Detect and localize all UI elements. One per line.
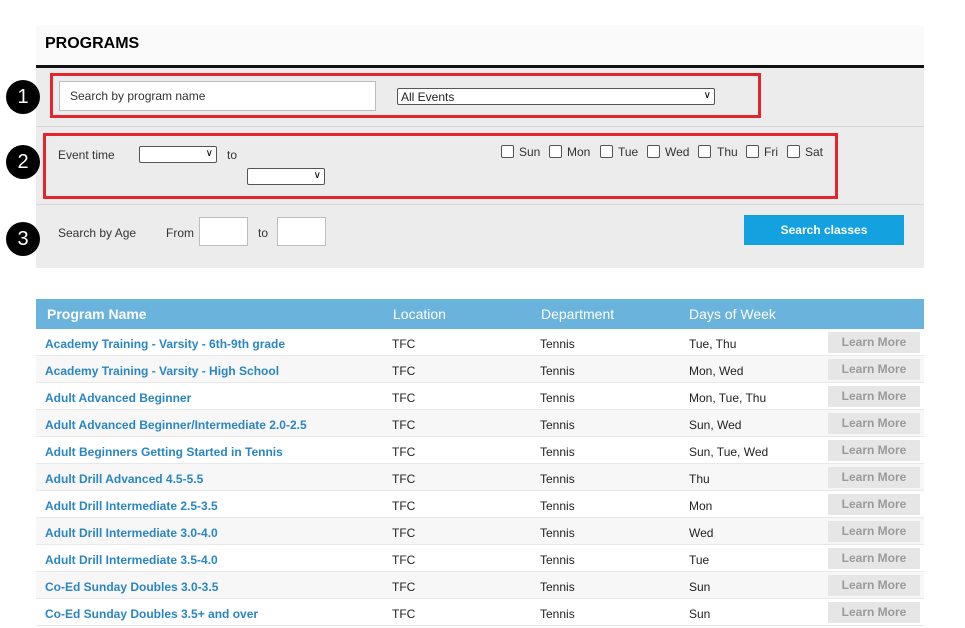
- table-row: Academy Training - Varsity - High School…: [36, 356, 924, 383]
- department-cell: Tennis: [540, 553, 575, 567]
- table-row: Co-Ed Sunday Doubles 3.5+ and over TFC Ten…: [36, 599, 924, 626]
- program-name-link[interactable]: Academy Training - Varsity - High School: [45, 364, 279, 378]
- column-header-location: Location: [393, 306, 446, 322]
- table-row: Academy Training - Varsity - 6th-9th gra…: [36, 329, 924, 356]
- program-name-link[interactable]: Co-Ed Sunday Doubles 3.0-3.5: [45, 580, 218, 594]
- department-cell: Tennis: [540, 391, 575, 405]
- department-cell: Tennis: [540, 526, 575, 540]
- annotation-badge-3: 3: [6, 222, 40, 256]
- location-cell: TFC: [392, 391, 416, 405]
- days-of-week-cell: Sun, Wed: [689, 418, 742, 432]
- table-header: Program Name Location Department Days of…: [36, 299, 924, 329]
- days-of-week-cell: Thu: [689, 472, 710, 486]
- divider: [36, 204, 924, 205]
- department-cell: Tennis: [540, 607, 575, 621]
- learn-more-button[interactable]: Learn More: [828, 359, 920, 380]
- program-name-link[interactable]: Adult Drill Intermediate 2.5-3.5: [45, 499, 218, 513]
- divider: [36, 126, 924, 127]
- table-row: Adult Drill Intermediate 2.5-3.5 TFC Tenni…: [36, 491, 924, 518]
- program-name-link[interactable]: Adult Beginners Getting Started in Tenni…: [45, 445, 283, 459]
- programs-header: PROGRAMS: [36, 25, 924, 65]
- days-of-week-cell: Sun: [689, 607, 711, 621]
- program-name-link[interactable]: Adult Drill Intermediate 3.0-4.0: [45, 526, 218, 540]
- annotation-box-1: [50, 73, 761, 118]
- learn-more-button[interactable]: Learn More: [828, 602, 920, 623]
- days-of-week-cell: Mon, Tue, Thu: [689, 391, 767, 405]
- location-cell: TFC: [392, 364, 416, 378]
- learn-more-button[interactable]: Learn More: [828, 440, 920, 461]
- location-cell: TFC: [392, 445, 416, 459]
- page-title: PROGRAMS: [45, 35, 140, 52]
- learn-more-button[interactable]: Learn More: [828, 413, 920, 434]
- age-search-label: Search by Age: [58, 226, 137, 240]
- table-row: Adult Advanced Beginner/Intermediate 2.0…: [36, 410, 924, 437]
- learn-more-button[interactable]: Learn More: [828, 386, 920, 407]
- program-name-link[interactable]: Adult Drill Intermediate 3.5-4.0: [45, 553, 218, 567]
- program-name-link[interactable]: Academy Training - Varsity - 6th-9th gra…: [45, 337, 285, 351]
- department-cell: Tennis: [540, 499, 575, 513]
- learn-more-button[interactable]: Learn More: [828, 548, 920, 569]
- days-of-week-cell: Wed: [689, 526, 714, 540]
- table-row: Adult Drill Intermediate 3.0-4.0 TFC Tenni…: [36, 518, 924, 545]
- location-cell: TFC: [392, 607, 416, 621]
- days-of-week-cell: Tue: [689, 553, 710, 567]
- age-from-label: From: [166, 226, 194, 240]
- age-from-input[interactable]: [199, 217, 248, 246]
- table-body: Academy Training - Varsity - 6th-9th gra…: [36, 329, 924, 626]
- location-cell: TFC: [392, 553, 416, 567]
- age-to-input[interactable]: [277, 217, 326, 246]
- days-of-week-cell: Tue, Thu: [689, 337, 737, 351]
- location-cell: TFC: [392, 418, 416, 432]
- learn-more-button[interactable]: Learn More: [828, 467, 920, 488]
- days-of-week-cell: Mon, Wed: [689, 364, 744, 378]
- column-header-program-name: Program Name: [47, 306, 147, 322]
- department-cell: Tennis: [540, 472, 575, 486]
- age-to-label: to: [258, 226, 269, 240]
- location-cell: TFC: [392, 499, 416, 513]
- location-cell: TFC: [392, 337, 416, 351]
- table-row: Adult Beginners Getting Started in Tenni…: [36, 437, 924, 464]
- table-row: Adult Drill Intermediate 3.5-4.0 TFC Tenni…: [36, 545, 924, 572]
- learn-more-button[interactable]: Learn More: [828, 494, 920, 515]
- department-cell: Tennis: [540, 445, 575, 459]
- column-header-days-of-week: Days of Week: [689, 306, 776, 322]
- learn-more-button[interactable]: Learn More: [828, 521, 920, 542]
- search-classes-button[interactable]: Search classes: [744, 215, 904, 245]
- days-of-week-cell: Mon: [689, 499, 713, 513]
- program-name-link[interactable]: Adult Advanced Beginner/Intermediate 2.0…: [45, 418, 307, 432]
- program-name-link[interactable]: Adult Advanced Beginner: [45, 391, 191, 405]
- days-of-week-cell: Sun: [689, 580, 711, 594]
- location-cell: TFC: [392, 526, 416, 540]
- table-row: Adult Advanced Beginner TFC Tennis Mon, Tue…: [36, 383, 924, 410]
- location-cell: TFC: [392, 580, 416, 594]
- annotation-box-2: [43, 133, 838, 199]
- learn-more-button[interactable]: Learn More: [828, 332, 920, 353]
- table-row: Adult Drill Advanced 4.5-5.5 TFC Tennis Thu…: [36, 464, 924, 491]
- table-row: Co-Ed Sunday Doubles 3.0-3.5 TFC Tennis Sun…: [36, 572, 924, 599]
- days-of-week-cell: Sun, Tue, Wed: [689, 445, 769, 459]
- learn-more-button[interactable]: Learn More: [828, 575, 920, 596]
- annotation-badge-2: 2: [6, 145, 40, 179]
- program-name-link[interactable]: Co-Ed Sunday Doubles 3.5+ and over: [45, 607, 258, 621]
- department-cell: Tennis: [540, 364, 575, 378]
- location-cell: TFC: [392, 472, 416, 486]
- department-cell: Tennis: [540, 418, 575, 432]
- department-cell: Tennis: [540, 580, 575, 594]
- department-cell: Tennis: [540, 337, 575, 351]
- annotation-badge-1: 1: [6, 80, 40, 114]
- column-header-department: Department: [541, 306, 615, 322]
- programs-table: Program Name Location Department Days of…: [36, 299, 924, 626]
- program-name-link[interactable]: Adult Drill Advanced 4.5-5.5: [45, 472, 203, 486]
